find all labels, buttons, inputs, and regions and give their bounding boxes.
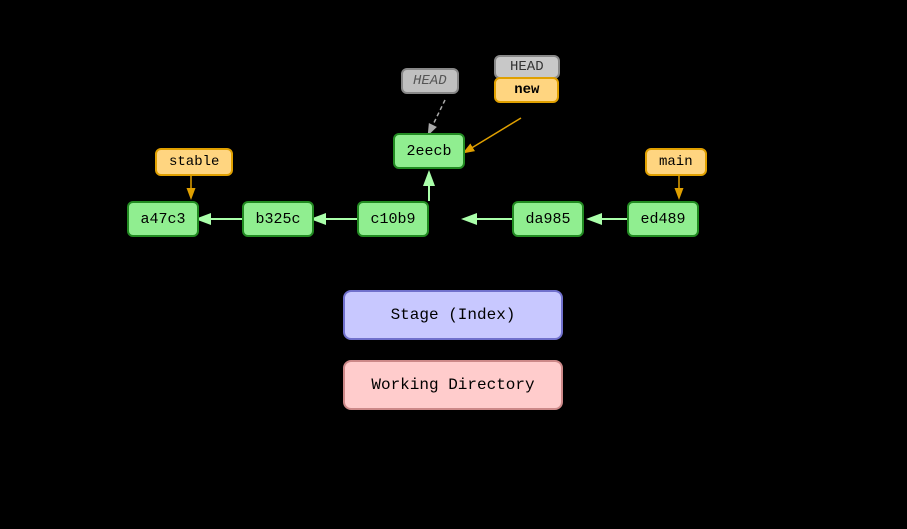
commit-a47c3: a47c3 — [127, 201, 199, 237]
commit-da985: da985 — [512, 201, 584, 237]
label-head-detached: HEAD — [401, 68, 459, 94]
label-head-new-group: HEAD new — [494, 55, 560, 103]
commit-ed489: ed489 — [627, 201, 699, 237]
working-directory-box: Working Directory — [343, 360, 563, 410]
diagram-container: a47c3 b325c c10b9 2eecb da985 ed489 stab… — [0, 0, 907, 529]
label-stable: stable — [155, 148, 233, 176]
commit-2eecb: 2eecb — [393, 133, 465, 169]
stage-index-box: Stage (Index) — [343, 290, 563, 340]
commit-b325c: b325c — [242, 201, 314, 237]
commit-c10b9: c10b9 — [357, 201, 429, 237]
label-main: main — [645, 148, 707, 176]
label-new: new — [494, 77, 559, 103]
label-head-top: HEAD — [494, 55, 560, 79]
